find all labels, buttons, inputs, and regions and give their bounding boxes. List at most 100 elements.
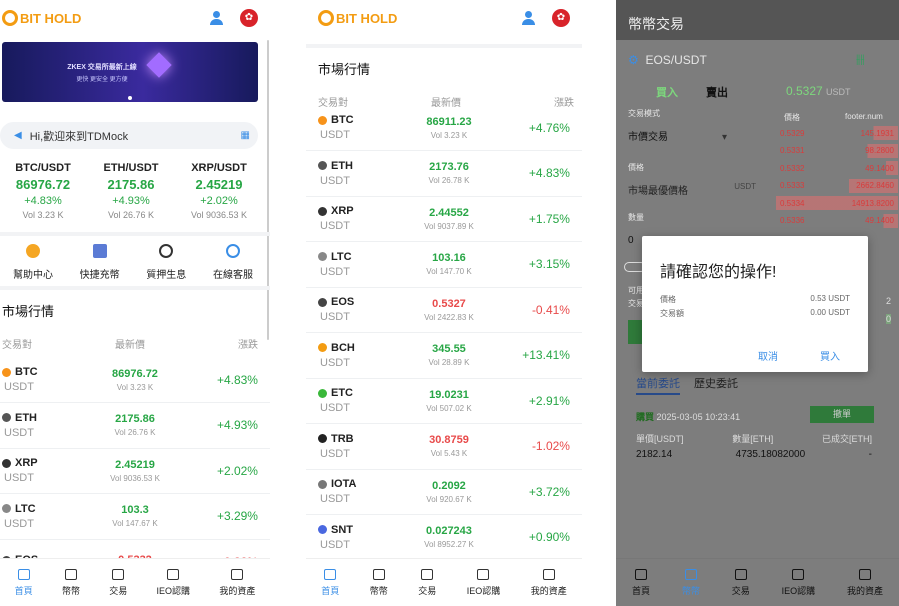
market-row[interactable]: ETH USDT 2173.76 Vol 26.78 K +4.83%	[306, 151, 582, 197]
quote-symbol: USDT	[320, 447, 350, 460]
pair-label: EOS/USDT	[645, 53, 707, 67]
row-volume: Vol 8952.27 K	[424, 540, 474, 549]
price-cell: 345.55 Vol 28.89 K	[404, 343, 494, 367]
language-flag-icon[interactable]: ✿	[552, 9, 570, 27]
nav-trade[interactable]: 交易	[732, 568, 750, 597]
nav-home[interactable]: 首頁	[15, 568, 33, 597]
brand-logo[interactable]: BIT HOLD	[2, 10, 81, 26]
quote-symbol: USDT	[320, 220, 350, 232]
market-row[interactable]: ETH USDT 2175.86 Vol 26.76 K +4.93%	[0, 403, 270, 449]
ticker-symbol: XRP/USDT	[191, 162, 247, 174]
market-row[interactable]: SNT USDT 0.027243 Vol 8952.27 K +0.90%	[306, 515, 582, 561]
order-side: 購買	[636, 412, 655, 422]
dialog-amount-value: 0.00 USDT	[810, 308, 850, 317]
row-price: 345.55	[432, 343, 466, 355]
pair-cell: LTC USDT	[316, 251, 404, 278]
cancel-order-button[interactable]: 撤單	[810, 406, 874, 423]
market-row[interactable]: LTC USDT 103.3 Vol 147.67 K +3.29%	[0, 494, 270, 540]
ask-amount: 14913.8200	[851, 198, 894, 208]
home-topbar: BIT HOLD ✿	[0, 0, 270, 36]
notice-bar[interactable]: ◀ Hi,歡迎來到TDMock ▦	[0, 122, 258, 149]
market-row[interactable]: BTC USDT 86976.72 Vol 3.23 K +4.83%	[0, 357, 270, 403]
shortcut-bar: 幫助中心 快捷充幣 質押生息 在線客服	[0, 244, 266, 281]
market-header: 交易對 最新價 漲跌	[0, 336, 270, 351]
market-row[interactable]: IOTA USDT 0.2092 Vol 920.67 K +3.72%	[306, 469, 582, 515]
banner-pager-dot[interactable]	[128, 96, 132, 100]
orderbook-ask-row[interactable]: 0.5331 98.2800	[776, 143, 898, 158]
nav-spot[interactable]: 幣幣	[62, 568, 80, 597]
coin-symbol: BTC	[331, 114, 354, 126]
nav-assets[interactable]: 我的資產	[219, 568, 256, 597]
order-type-select[interactable]: 市價交易 ▾	[628, 128, 727, 143]
coin-icon	[2, 458, 11, 468]
amount-input[interactable]: 0	[628, 235, 634, 246]
grid-icon[interactable]: ▦	[241, 130, 250, 141]
nav-home[interactable]: 首頁	[321, 568, 339, 597]
dialog-cancel-button[interactable]: 取消	[758, 348, 778, 363]
orderbook-ask-row[interactable]: 0.5334 14913.8200	[776, 196, 898, 210]
nav-assets[interactable]: 我的資產	[531, 568, 567, 597]
ticker-card[interactable]: BTC/USDT 86976.72 +4.83% Vol 3.23 K	[0, 162, 86, 220]
banner-cube-image	[146, 52, 172, 78]
market-row[interactable]: XRP USDT 2.45219 Vol 9036.53 K +2.02%	[0, 448, 270, 494]
ticker-card[interactable]: ETH/USDT 2175.86 +4.93% Vol 26.76 K	[88, 162, 174, 220]
user-icon[interactable]	[522, 11, 536, 25]
market-row[interactable]: ETC USDT 19.0231 Vol 507.02 K +2.91%	[306, 378, 582, 424]
shortcut-help[interactable]: 幫助中心	[0, 244, 66, 281]
orderbook-ask-row[interactable]: 0.5332 49.1400	[776, 161, 898, 175]
market-title: 市場行情	[2, 304, 55, 319]
tab-order-history[interactable]: 歷史委託	[694, 375, 738, 391]
col-unit-price: 單價[USDT]	[636, 434, 684, 444]
nav-ieo[interactable]: IEO認購	[157, 568, 190, 597]
nav-spot[interactable]: 幣幣	[681, 568, 700, 597]
ticker-card[interactable]: XRP/USDT 2.45219 +2.02% Vol 9036.53 K	[176, 162, 262, 220]
brand-logo[interactable]: BIT HOLD	[318, 10, 397, 26]
coin-icon	[318, 115, 327, 125]
nav-trade-icon	[112, 568, 125, 580]
user-icon[interactable]	[210, 11, 224, 25]
tab-sell[interactable]: 賣出	[706, 84, 728, 100]
coin-symbol: BCH	[331, 341, 355, 354]
market-row[interactable]: EOS USDT 0.5327 Vol 2422.83 K -0.41%	[306, 287, 582, 333]
kline-icon[interactable]: ⫲⫲	[856, 51, 864, 67]
orderbook-ask-row[interactable]: 0.5329 145.1931	[776, 126, 898, 140]
nav-spot[interactable]: 幣幣	[370, 568, 388, 597]
nav-home[interactable]: 首頁	[632, 568, 650, 597]
market-row[interactable]: TRB USDT 30.8759 Vol 5.43 K -1.02%	[306, 424, 582, 470]
tab-buy[interactable]: 買入	[656, 84, 678, 100]
market-row[interactable]: XRP USDT 2.44552 Vol 9037.89 K +1.75%	[306, 196, 582, 242]
market-row[interactable]: BCH USDT 345.55 Vol 28.89 K +13.41%	[306, 333, 582, 379]
shortcut-deposit[interactable]: 快捷充幣	[67, 244, 133, 281]
bottom-nav: 首頁 幣幣 交易 IEO認購 我的資產	[616, 558, 899, 606]
row-price: 2.45219	[115, 458, 155, 471]
buy-submit-button[interactable]	[628, 320, 642, 344]
language-flag-icon[interactable]: ✿	[240, 9, 258, 27]
pair-selector[interactable]: ⚙ EOS/USDT	[628, 53, 707, 67]
nav-ieo[interactable]: IEO認購	[782, 568, 815, 597]
price-cell: 2.45219 Vol 9036.53 K	[89, 459, 181, 483]
dialog-confirm-button[interactable]: 買入	[820, 348, 840, 363]
promo-banner[interactable]: ZKEX 交易所最新上線 更快 更安全 更方便	[2, 42, 258, 102]
orderbook-ask-row[interactable]: 0.5336 49.1400	[776, 213, 898, 228]
order-filled: -	[868, 449, 872, 460]
shortcut-staking[interactable]: 質押生息	[133, 244, 199, 281]
nav-label: 我的資產	[219, 585, 256, 596]
pair-cell: ETH USDT	[0, 412, 89, 439]
price-cell: 30.8759 Vol 5.43 K	[404, 434, 494, 458]
pair-cell: BTC USDT	[316, 114, 404, 141]
speaker-icon: ◀	[14, 130, 22, 141]
shortcut-support[interactable]: 在線客服	[200, 244, 266, 281]
price-input[interactable]: 市場最優價格 USDT	[628, 182, 756, 197]
nav-trade[interactable]: 交易	[418, 568, 436, 597]
last-price-value: 0.5327	[786, 84, 823, 98]
market-row[interactable]: BTC USDT 86911.23 Vol 3.23 K +4.76%	[306, 105, 582, 151]
nav-trade[interactable]: 交易	[109, 568, 127, 597]
market-row[interactable]: LTC USDT 103.16 Vol 147.70 K +3.15%	[306, 242, 582, 288]
scrollbar[interactable]	[267, 40, 269, 340]
nav-assets[interactable]: 我的資產	[847, 568, 883, 597]
orderbook-ask-row[interactable]: 0.5333 2662.8460	[776, 178, 898, 193]
nav-ieo[interactable]: IEO認購	[467, 568, 500, 597]
tab-current-orders[interactable]: 當前委託	[636, 375, 680, 395]
shortcut-label: 幫助中心	[13, 270, 53, 281]
nav-label: 幣幣	[681, 585, 700, 596]
